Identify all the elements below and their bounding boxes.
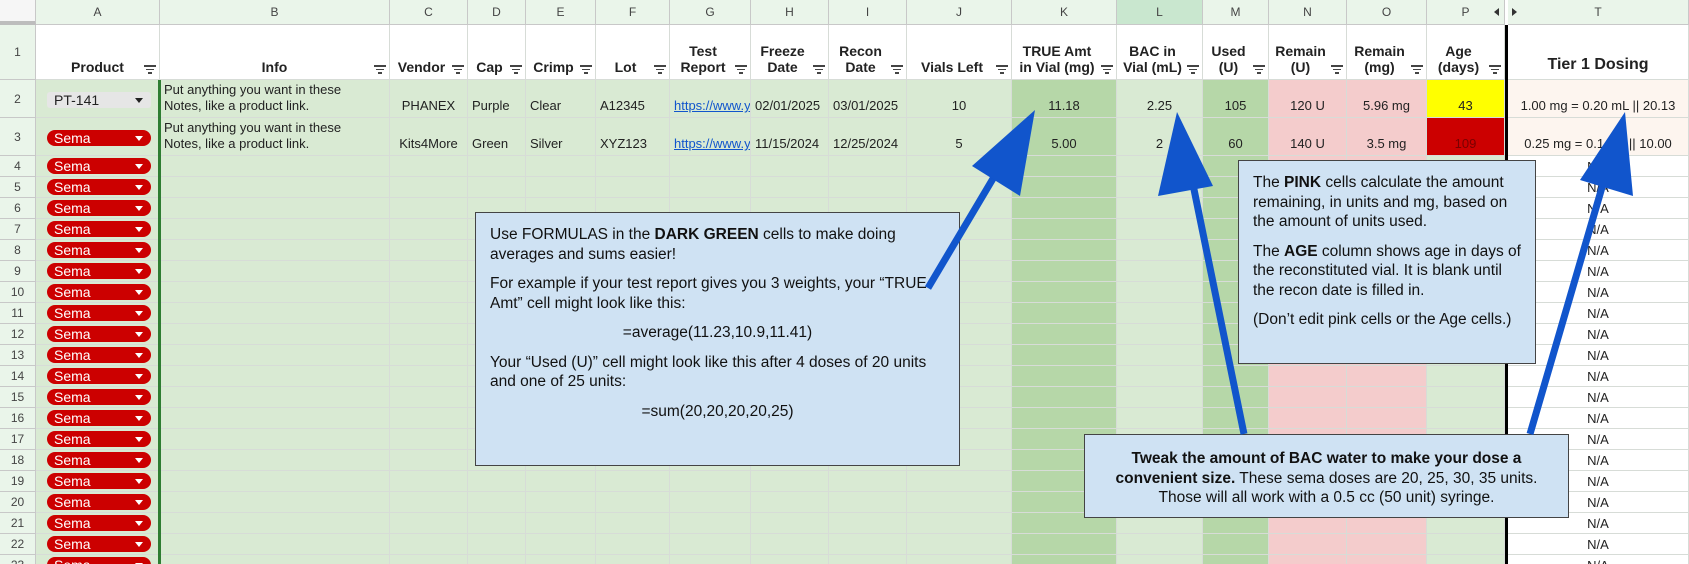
arrow-to-dosing xyxy=(1526,159,1614,435)
arrow-head-bac xyxy=(1158,112,1213,196)
arrow-head-dosing xyxy=(1580,112,1633,196)
arrow-to-bac xyxy=(1184,159,1248,435)
arrow-head-true-amt xyxy=(972,110,1035,196)
annotation-arrows xyxy=(924,110,1633,435)
